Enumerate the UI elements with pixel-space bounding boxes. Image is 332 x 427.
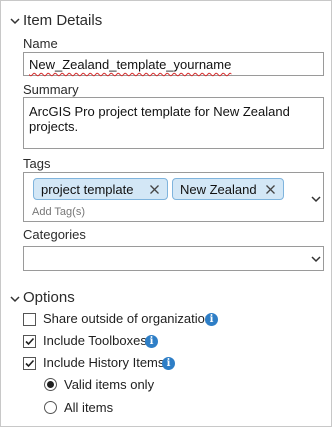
remove-tag-icon[interactable] <box>265 184 276 195</box>
include-history-checkbox[interactable] <box>23 357 36 370</box>
share-outside-label[interactable]: Share outside of organization <box>43 311 212 326</box>
include-toolboxes-label[interactable]: Include Toolboxes <box>43 333 147 348</box>
tag-chip: project template <box>33 178 168 200</box>
name-value: New_Zealand_template_yourname <box>29 57 232 72</box>
valid-items-label[interactable]: Valid items only <box>64 377 154 392</box>
item-details-title[interactable]: Item Details <box>23 12 102 29</box>
categories-label: Categories <box>23 227 86 242</box>
valid-items-radio[interactable] <box>44 378 57 391</box>
info-icon[interactable]: i <box>145 335 158 348</box>
add-tag-input[interactable]: Add Tag(s) <box>32 206 85 218</box>
tags-label: Tags <box>23 156 51 171</box>
collapse-options-icon[interactable] <box>9 293 21 305</box>
categories-dropdown-chevron-icon[interactable] <box>310 253 322 265</box>
summary-field[interactable]: ArcGIS Pro project template for New Zeal… <box>23 97 324 149</box>
tags-dropdown-chevron-icon[interactable] <box>310 193 322 205</box>
tags-field[interactable]: project template New Zealand Add Tag(s) <box>23 172 324 222</box>
share-outside-checkbox[interactable] <box>23 313 36 326</box>
remove-tag-icon[interactable] <box>149 184 160 195</box>
info-icon[interactable]: i <box>205 313 218 326</box>
tag-label: New Zealand <box>180 182 257 197</box>
categories-select[interactable] <box>23 246 324 271</box>
all-items-label[interactable]: All items <box>64 400 113 415</box>
include-history-label[interactable]: Include History Items <box>43 355 164 370</box>
info-icon[interactable]: i <box>162 357 175 370</box>
tag-chip: New Zealand <box>172 178 284 200</box>
collapse-item-details-icon[interactable] <box>9 15 21 27</box>
tag-label: project template <box>41 182 134 197</box>
checkmark-icon <box>25 337 35 346</box>
summary-value: ArcGIS Pro project template for New Zeal… <box>29 104 290 134</box>
radio-selected-dot <box>47 381 54 388</box>
checkmark-icon <box>25 359 35 368</box>
summary-label: Summary <box>23 82 79 97</box>
item-details-pane: Item Details Name New_Zealand_template_y… <box>0 0 332 427</box>
include-toolboxes-checkbox[interactable] <box>23 335 36 348</box>
options-title[interactable]: Options <box>23 289 75 306</box>
name-field[interactable]: New_Zealand_template_yourname <box>23 52 324 76</box>
name-label: Name <box>23 36 58 51</box>
all-items-radio[interactable] <box>44 401 57 414</box>
